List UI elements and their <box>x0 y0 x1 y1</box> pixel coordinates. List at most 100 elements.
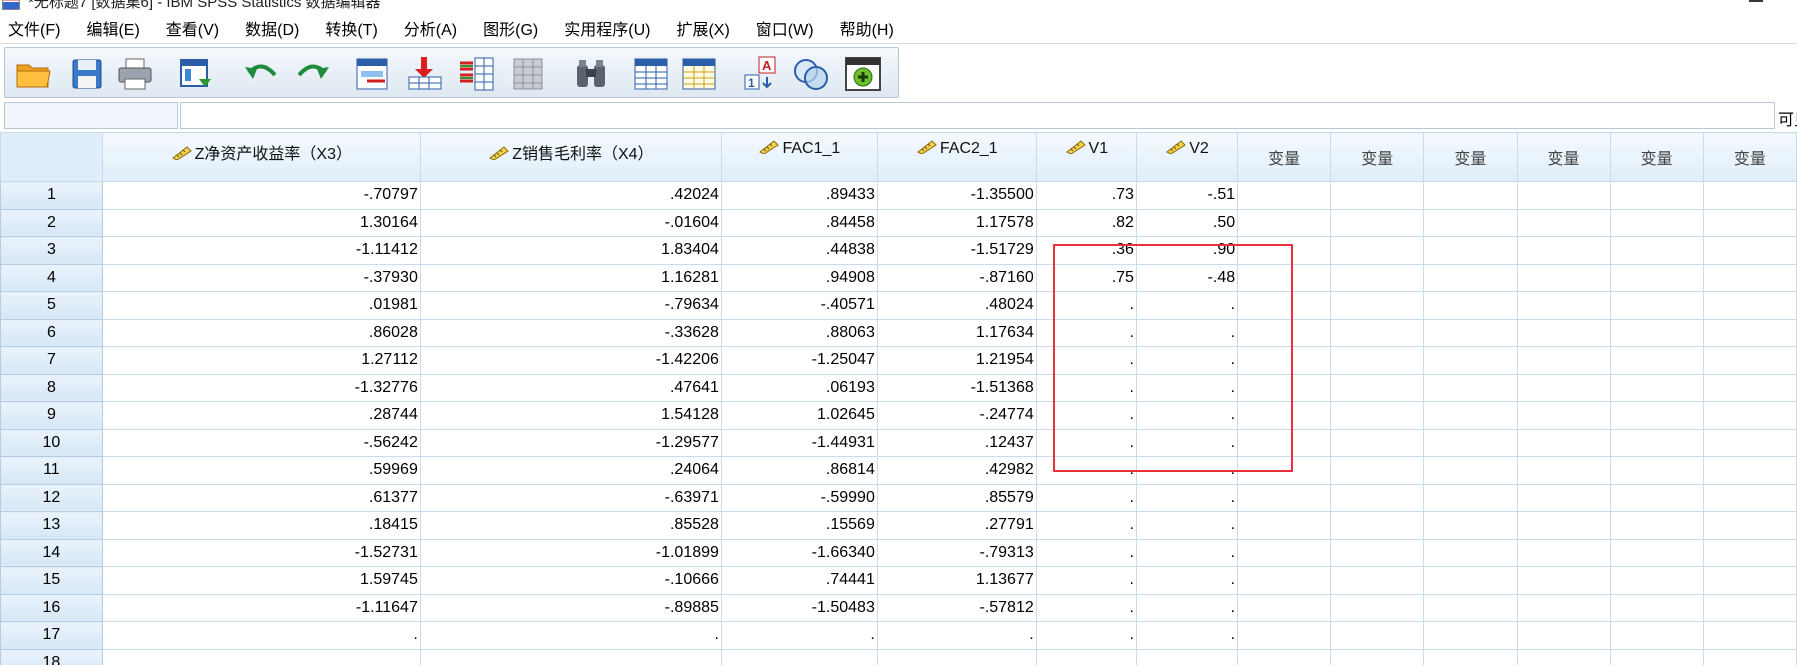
data-cell[interactable] <box>1237 263 1332 292</box>
data-cell[interactable]: .24064 <box>419 456 722 485</box>
data-cell[interactable]: -.87160 <box>876 263 1037 292</box>
data-cell[interactable]: -1.11647 <box>101 593 421 622</box>
goto-variable-icon[interactable] <box>405 55 445 93</box>
data-cell[interactable]: .82 <box>1035 208 1137 237</box>
data-cell[interactable] <box>1330 456 1425 485</box>
data-cell[interactable] <box>1609 291 1704 320</box>
data-cell[interactable] <box>1423 263 1518 292</box>
data-cell[interactable] <box>1423 511 1518 540</box>
data-cell[interactable]: .50 <box>1135 208 1239 237</box>
menu-analyze[interactable]: 分析(A) <box>404 16 457 40</box>
data-cell[interactable] <box>1516 621 1611 650</box>
data-cell[interactable]: .47641 <box>419 373 722 402</box>
data-cell[interactable] <box>1237 401 1332 430</box>
data-cell[interactable]: .86814 <box>720 456 878 485</box>
data-cell[interactable]: 1.21954 <box>876 346 1037 375</box>
data-cell[interactable]: . <box>1035 593 1137 622</box>
data-cell[interactable] <box>1702 373 1797 402</box>
data-cell[interactable]: .06193 <box>720 373 878 402</box>
data-cell[interactable] <box>1330 291 1425 320</box>
data-cell[interactable] <box>1702 566 1797 595</box>
data-cell[interactable]: . <box>720 621 878 650</box>
data-cell[interactable] <box>1609 401 1704 430</box>
menu-file[interactable]: 文件(F) <box>8 16 60 40</box>
row-number[interactable]: 3 <box>0 236 103 265</box>
column-header-9[interactable]: 变量 <box>1423 132 1518 182</box>
column-header-2[interactable]: Z销售毛利率（X4） <box>419 132 722 182</box>
data-cell[interactable] <box>1330 428 1425 457</box>
data-cell[interactable]: . <box>1135 483 1239 512</box>
data-cell[interactable]: . <box>419 621 722 650</box>
row-number[interactable]: 11 <box>0 456 103 485</box>
data-cell[interactable] <box>1516 483 1611 512</box>
data-cell[interactable]: -.56242 <box>101 428 421 457</box>
column-header-4[interactable]: FAC2_1 <box>876 132 1037 182</box>
data-cell[interactable] <box>1516 566 1611 595</box>
row-number[interactable]: 16 <box>0 593 103 622</box>
data-cell[interactable]: .61377 <box>101 483 421 512</box>
data-cell[interactable] <box>1237 648 1332 665</box>
data-cell[interactable]: . <box>1135 401 1239 430</box>
data-cell[interactable] <box>1237 483 1332 512</box>
data-cell[interactable]: . <box>1035 538 1137 567</box>
column-header-12[interactable]: 变量 <box>1702 132 1797 182</box>
data-cell[interactable] <box>1702 208 1797 237</box>
data-cell[interactable]: . <box>1135 373 1239 402</box>
data-cell[interactable] <box>1423 456 1518 485</box>
data-cell[interactable] <box>1423 208 1518 237</box>
data-cell[interactable]: .88063 <box>720 318 878 347</box>
data-cell[interactable] <box>1516 511 1611 540</box>
data-cell[interactable]: .48024 <box>876 291 1037 320</box>
data-cell[interactable]: . <box>1035 483 1137 512</box>
open-folder-icon[interactable] <box>13 55 53 93</box>
data-cell[interactable] <box>1609 373 1704 402</box>
data-cell[interactable] <box>1330 566 1425 595</box>
data-cell[interactable]: . <box>1135 346 1239 375</box>
data-cell[interactable]: .85528 <box>419 511 722 540</box>
row-number[interactable]: 8 <box>0 373 103 402</box>
data-cell[interactable] <box>1330 208 1425 237</box>
data-cell[interactable] <box>1237 373 1332 402</box>
column-header-1[interactable]: Z净资产收益率（X3） <box>101 132 421 182</box>
data-cell[interactable] <box>1330 593 1425 622</box>
data-cell[interactable]: .74441 <box>720 566 878 595</box>
data-cell[interactable]: -1.11412 <box>101 236 421 265</box>
data-cell[interactable]: .01981 <box>101 291 421 320</box>
data-cell[interactable]: -1.52731 <box>101 538 421 567</box>
data-cell[interactable] <box>1330 511 1425 540</box>
variables-icon[interactable] <box>457 55 497 93</box>
data-cell[interactable] <box>1237 181 1332 210</box>
column-header-7[interactable]: 变量 <box>1237 132 1332 182</box>
split-file-icon[interactable] <box>509 55 549 93</box>
data-cell[interactable]: -1.32776 <box>101 373 421 402</box>
data-cell[interactable]: 1.30164 <box>101 208 421 237</box>
data-cell[interactable] <box>1135 648 1239 665</box>
data-cell[interactable]: 1.17578 <box>876 208 1037 237</box>
menu-help[interactable]: 帮助(H) <box>840 16 894 40</box>
data-cell[interactable] <box>1702 236 1797 265</box>
minimize-icon[interactable] <box>1749 0 1763 2</box>
data-cell[interactable] <box>1423 483 1518 512</box>
data-cell[interactable] <box>1516 456 1611 485</box>
data-cell[interactable]: .27791 <box>876 511 1037 540</box>
data-cell[interactable]: . <box>1035 511 1137 540</box>
data-cell[interactable]: .75 <box>1035 263 1137 292</box>
data-cell[interactable]: .12437 <box>876 428 1037 457</box>
data-cell[interactable]: . <box>1035 291 1137 320</box>
data-cell[interactable] <box>1330 401 1425 430</box>
dialog-recall-icon[interactable] <box>175 55 215 93</box>
data-cell[interactable]: . <box>1035 346 1137 375</box>
add-icon[interactable] <box>843 55 883 93</box>
row-number[interactable]: 18 <box>0 648 103 665</box>
column-header-11[interactable]: 变量 <box>1609 132 1704 182</box>
row-number[interactable]: 15 <box>0 566 103 595</box>
data-cell[interactable]: . <box>1135 291 1239 320</box>
row-number[interactable]: 2 <box>0 208 103 237</box>
data-cell[interactable] <box>1237 593 1332 622</box>
data-cell[interactable] <box>1330 181 1425 210</box>
data-cell[interactable] <box>1609 566 1704 595</box>
data-cell[interactable] <box>1609 483 1704 512</box>
menu-transform[interactable]: 转换(T) <box>325 16 377 40</box>
row-number[interactable]: 6 <box>0 318 103 347</box>
data-cell[interactable] <box>1609 236 1704 265</box>
